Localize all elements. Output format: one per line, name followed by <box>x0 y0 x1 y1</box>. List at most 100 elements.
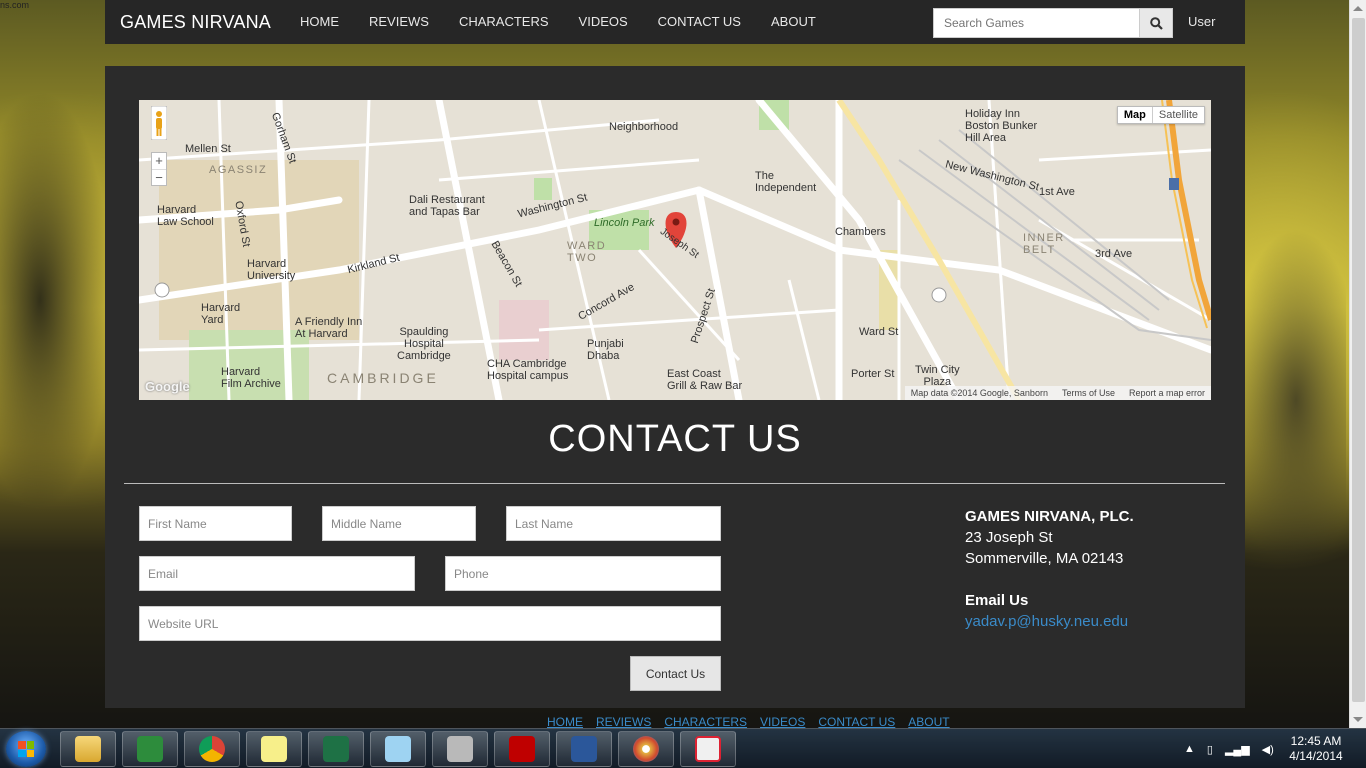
background-art-left <box>0 40 110 600</box>
taskbar-file-explorer[interactable] <box>60 731 116 767</box>
nav-home[interactable]: HOME <box>285 0 354 44</box>
phone-icon[interactable]: ▯ <box>1207 743 1213 756</box>
zoom-out-button[interactable]: − <box>152 169 166 185</box>
street-view-pegman-icon[interactable] <box>151 106 167 140</box>
paint-icon <box>633 736 659 762</box>
map-terms-link[interactable]: Terms of Use <box>1062 388 1115 398</box>
nav-characters[interactable]: CHARACTERS <box>444 0 564 44</box>
footer-videos[interactable]: VIDEOS <box>760 715 805 729</box>
windows-taskbar: ▲ ▯ ▂▄▆ ◀) 12:45 AM 4/14/2014 <box>0 728 1366 768</box>
taskbar-visual-studio[interactable] <box>122 731 178 767</box>
footer-characters[interactable]: CHARACTERS <box>664 715 747 729</box>
company-name: GAMES NIRVANA, PLC. <box>965 508 1134 525</box>
taskbar-filezilla[interactable] <box>494 731 550 767</box>
map-label-3rd-ave: 3rd Ave <box>1095 248 1133 260</box>
taskbar-sticky-notes[interactable] <box>246 731 302 767</box>
map-label-inner-belt: INNER BELT <box>1023 232 1065 256</box>
top-navbar: GAMES NIRVANA HOME REVIEWS CHARACTERS VI… <box>105 0 1245 44</box>
map-label-neighborhood: Neighborhood <box>609 121 679 133</box>
map-label-ward-st: Ward St <box>859 326 899 338</box>
visual-studio-icon <box>137 736 163 762</box>
system-clock[interactable]: 12:45 AM 4/14/2014 <box>1284 734 1348 764</box>
contact-us-button[interactable]: Contact Us <box>630 656 721 691</box>
google-logo[interactable]: Google <box>145 379 190 394</box>
taskbar-excel[interactable] <box>308 731 364 767</box>
website-url-field[interactable] <box>139 606 721 641</box>
search-input[interactable] <box>933 8 1140 38</box>
footer-nav: HOME REVIEWS CHARACTERS VIDEOS CONTACT U… <box>547 715 950 729</box>
scroll-down-icon[interactable] <box>1353 717 1363 722</box>
brand-logo[interactable]: GAMES NIRVANA <box>120 12 271 33</box>
map-label-harvard-yard: Harvard Yard <box>201 302 241 326</box>
map-type-toggle: Map Satellite <box>1116 106 1205 124</box>
map-footer: Map data ©2014 Google, Sanborn Terms of … <box>904 386 1211 400</box>
nav-contact-us[interactable]: CONTACT US <box>643 0 756 44</box>
footer-about[interactable]: ABOUT <box>908 715 949 729</box>
map-label-dali: Dali Restaurant and Tapas Bar <box>409 194 485 218</box>
map-type-satellite[interactable]: Satellite <box>1151 107 1204 123</box>
volume-icon[interactable]: ◀) <box>1262 743 1274 756</box>
taskbar-paint[interactable] <box>618 731 674 767</box>
main-panel: Neighborhood The Independent Holiday Inn… <box>105 66 1245 708</box>
word-icon <box>571 736 597 762</box>
background-url-fragment: ns.com <box>0 0 30 10</box>
company-address: GAMES NIRVANA, PLC. 23 Joseph St Sommerv… <box>965 506 1134 632</box>
map-attribution: Map data ©2014 Google, Sanborn <box>910 388 1048 398</box>
map-label-porter-st: Porter St <box>851 368 895 380</box>
clock-date: 4/14/2014 <box>1289 749 1343 763</box>
filezilla-icon <box>509 736 535 762</box>
map-label-friendly-inn: A Friendly Inn At Harvard <box>295 316 363 340</box>
network-icon <box>447 736 473 762</box>
scroll-up-icon[interactable] <box>1353 6 1363 11</box>
title-divider <box>124 483 1225 484</box>
nav-reviews[interactable]: REVIEWS <box>354 0 444 44</box>
footer-contact-us[interactable]: CONTACT US <box>818 715 895 729</box>
map-label-cha-hospital: CHA Cambridge Hospital campus <box>487 358 569 382</box>
scroll-thumb[interactable] <box>1352 18 1365 702</box>
last-name-field[interactable] <box>506 506 721 541</box>
address-city: Sommerville, MA 02143 <box>965 550 1124 567</box>
map-type-map[interactable]: Map <box>1118 107 1152 123</box>
search-button[interactable] <box>1139 8 1173 38</box>
nav-videos[interactable]: VIDEOS <box>564 0 643 44</box>
email-link[interactable]: yadav.p@husky.neu.edu <box>965 613 1128 630</box>
map-label-ward-two: WARD TWO <box>567 240 607 264</box>
footer-home[interactable]: HOME <box>547 715 583 729</box>
chrome-icon <box>199 736 225 762</box>
google-map[interactable]: Neighborhood The Independent Holiday Inn… <box>139 100 1211 400</box>
phone-field[interactable] <box>445 556 721 591</box>
windows-logo-icon <box>18 741 34 757</box>
map-label-the-independent: The Independent <box>755 170 817 194</box>
nav-about[interactable]: ABOUT <box>756 0 831 44</box>
footer-reviews[interactable]: REVIEWS <box>596 715 651 729</box>
nav-links: HOME REVIEWS CHARACTERS VIDEOS CONTACT U… <box>285 0 831 44</box>
show-hidden-icons-icon[interactable]: ▲ <box>1184 743 1195 755</box>
taskbar-network-tool[interactable] <box>432 731 488 767</box>
signal-icon[interactable]: ▂▄▆ <box>1225 743 1250 756</box>
user-menu[interactable]: User <box>1188 0 1215 44</box>
taskbar-word[interactable] <box>556 731 612 767</box>
map-report-error-link[interactable]: Report a map error <box>1129 388 1205 398</box>
map-label-lincoln-park: Lincoln Park <box>594 217 655 229</box>
first-name-field[interactable] <box>139 506 292 541</box>
map-label-chambers: Chambers <box>835 226 886 238</box>
email-field[interactable] <box>139 556 415 591</box>
map-label-harvard-university: Harvard University <box>247 258 296 282</box>
map-label-mellen-st: Mellen St <box>185 143 231 155</box>
snipping-tool-icon <box>695 736 721 762</box>
taskbar-chrome[interactable] <box>184 731 240 767</box>
start-button[interactable] <box>6 731 46 767</box>
map-label-cambridge: CAMBRIDGE <box>327 370 439 386</box>
taskbar-snipping-tool[interactable] <box>680 731 736 767</box>
taskbar-notepad[interactable] <box>370 731 426 767</box>
map-label-1st-ave: 1st Ave <box>1039 186 1075 198</box>
address-street: 23 Joseph St <box>965 529 1053 546</box>
page-title: CONTACT US <box>548 418 802 460</box>
middle-name-field[interactable] <box>322 506 476 541</box>
page-scrollbar[interactable] <box>1349 0 1366 728</box>
map-label-harvard-film-archive: Harvard Film Archive <box>221 366 281 390</box>
map-label-harvard-law: Harvard Law School <box>157 204 214 228</box>
map-label-agassiz: AGASSIZ <box>209 164 268 176</box>
sticky-notes-icon <box>261 736 287 762</box>
zoom-in-button[interactable]: + <box>152 153 166 169</box>
